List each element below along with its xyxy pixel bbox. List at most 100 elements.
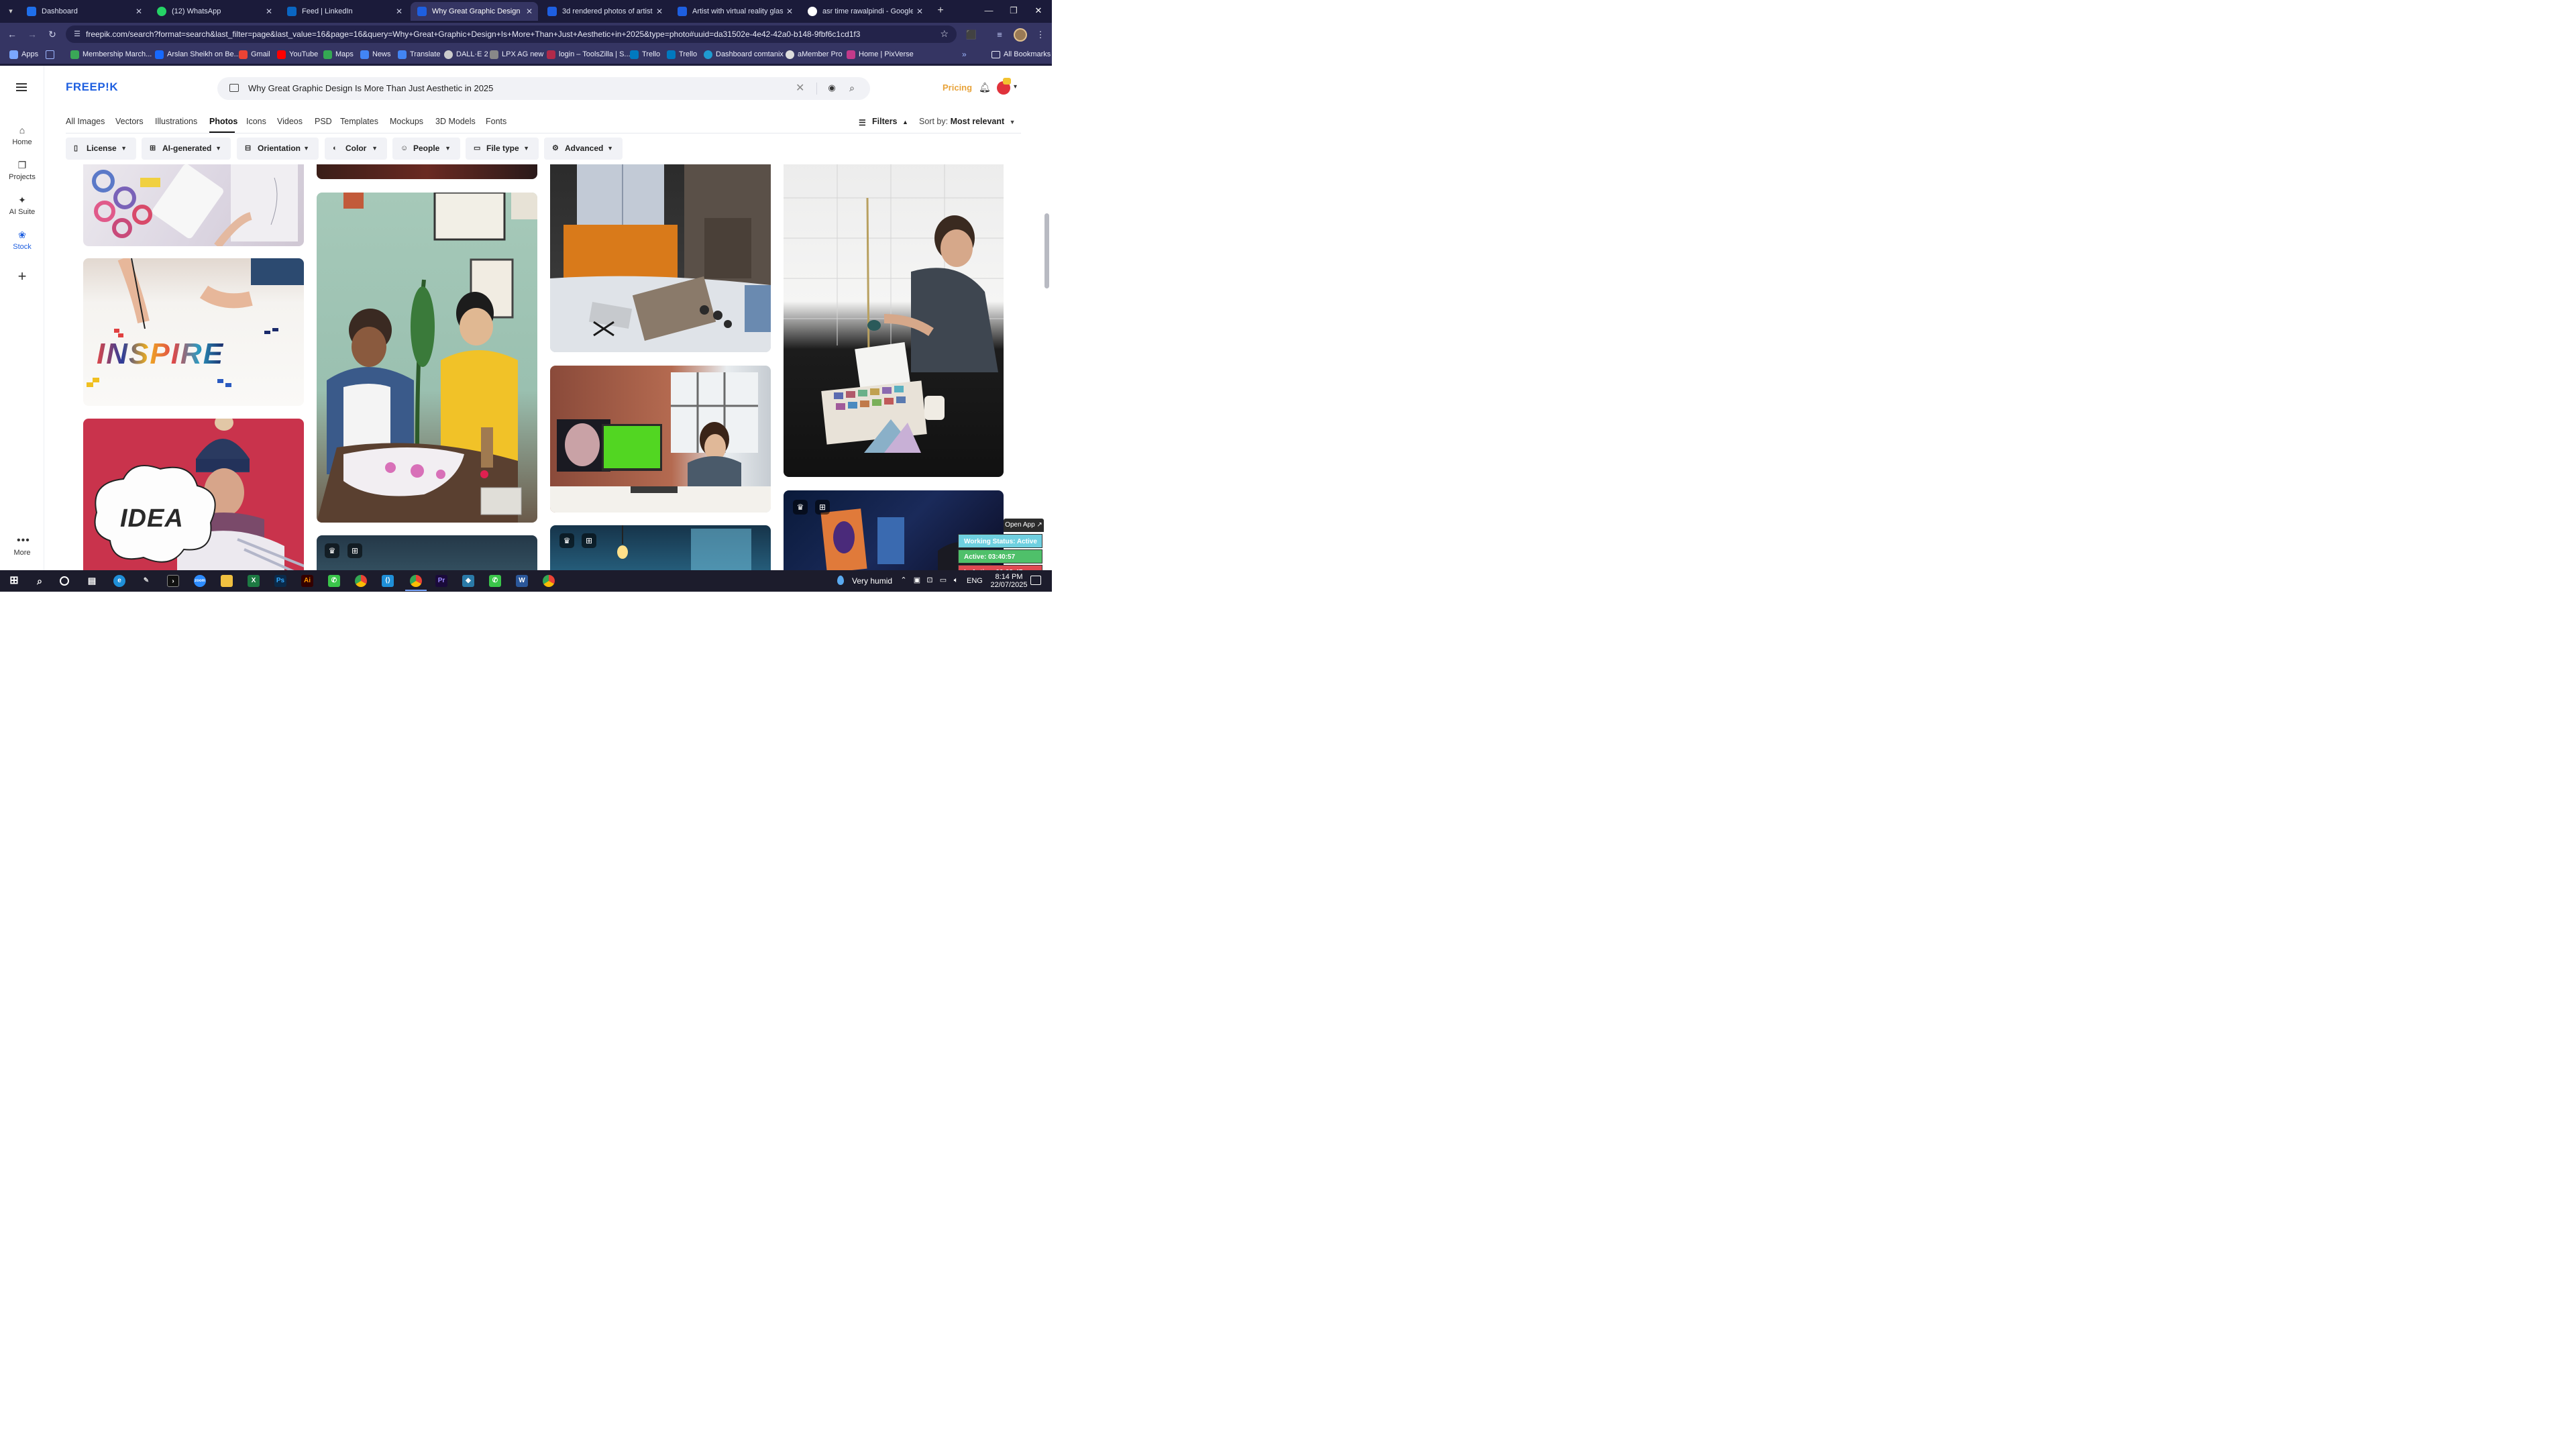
browser-tab-active[interactable]: Why Great Graphic Design Is M ✕ [411,2,538,21]
tab-close-icon[interactable]: ✕ [526,2,533,21]
app-icon[interactable]: ◆ [462,575,474,587]
photo-tile[interactable] [83,164,304,246]
bookmark-item[interactable]: Maps [323,46,354,64]
tab-groups-icon[interactable] [46,46,54,64]
tab-mockups[interactable]: Mockups [390,117,423,126]
excel-icon[interactable]: X [248,575,260,587]
bookmark-star-icon[interactable]: ☆ [940,28,949,40]
search-icon[interactable]: ⌕ [34,575,46,587]
tab-close-icon[interactable]: ✕ [916,2,923,21]
reload-icon[interactable]: ↻ [46,28,59,40]
ai-generated-icon[interactable]: ⊞ [347,543,362,558]
scrollbar-thumb[interactable] [1044,213,1049,288]
photo-tile[interactable]: IDEA [83,419,304,570]
extension-icon[interactable]: ⬛ [965,29,977,41]
chrome-icon[interactable] [543,575,555,587]
all-bookmarks-button[interactable]: All Bookmarks [991,46,1051,64]
premium-crown-icon[interactable]: ♛ [793,500,808,515]
browser-tab[interactable]: 3d rendered photos of artist m ✕ [541,2,668,21]
bookmark-item[interactable]: Dashboard comtanix [704,46,784,64]
address-bar[interactable]: ☰ freepik.com/search?format=search&last_… [66,25,957,43]
weather-widget[interactable]: Very humid [835,570,892,592]
chrome-active-icon[interactable] [410,575,422,587]
sidebar-item-home[interactable]: ⌂ Home [0,125,44,146]
bookmark-item[interactable]: Trello [630,46,660,64]
filter-people[interactable]: ☺ People ▼ [392,138,460,160]
filter-color[interactable]: ◐ Color ▼ [325,138,387,160]
messaging-app-icon[interactable]: ✆ [489,575,501,587]
tab-videos[interactable]: Videos [277,117,303,126]
photo-tile[interactable]: ♛ ⊞ [317,535,537,570]
terminal-icon[interactable]: › [167,575,179,587]
photo-tile[interactable]: ♛ ⊞ [550,525,771,570]
add-icon[interactable]: + [15,269,30,284]
sidebar-item-more[interactable]: ••• More [0,535,44,557]
back-arrow-icon[interactable]: ← [5,28,19,40]
window-close-icon[interactable]: ✕ [1030,4,1046,17]
search-input[interactable]: Why Great Graphic Design Is More Than Ju… [248,77,493,100]
bookmark-item[interactable]: Arslan Sheikh on Be... [155,46,240,64]
bookmark-item[interactable]: News [360,46,391,64]
address-url[interactable]: freepik.com/search?format=search&last_fi… [86,25,918,43]
minimize-icon[interactable]: — [981,4,997,17]
user-avatar[interactable] [997,78,1011,95]
page-scrollbar[interactable] [1044,66,1050,570]
bookmark-item[interactable]: Membership March... [70,46,152,64]
chevron-down-icon[interactable]: ▾ [1014,83,1017,91]
freepik-logo[interactable]: FREEP!K [66,80,118,94]
sidebar-item-stock[interactable]: ❀ Stock [0,229,44,251]
browser-tab[interactable]: Artist with virtual reality glasse ✕ [671,2,798,21]
forward-arrow-icon[interactable]: → [25,28,39,40]
browser-menu-icon[interactable]: ⋮ [1034,29,1046,41]
photo-tile[interactable]: INSPIRE [83,258,304,406]
browser-tab[interactable]: Dashboard ✕ [20,2,148,21]
hamburger-menu-icon[interactable] [16,83,27,91]
pricing-link[interactable]: Pricing [943,83,972,93]
ai-generated-icon[interactable]: ⊞ [815,500,830,515]
sort-dropdown[interactable]: Sort by: Most relevant ▼ [919,117,1016,126]
premium-crown-icon[interactable]: ♛ [325,543,339,558]
sidebar-item-projects[interactable]: ❐ Projects [0,160,44,181]
tray-app-icon[interactable]: ▣ [912,576,922,585]
network-icon[interactable]: ▭ [938,576,948,585]
camera-search-icon[interactable]: ◉ [826,83,837,93]
restore-icon[interactable]: ❐ [1006,4,1022,17]
cortana-icon[interactable] [60,576,69,586]
open-app-button[interactable]: Open App ↗ [1004,519,1044,532]
illustrator-icon[interactable]: Ai [301,575,313,587]
tab-close-icon[interactable]: ✕ [656,2,663,21]
ai-generated-icon[interactable]: ⊞ [582,533,596,548]
browser-tab[interactable]: Feed | LinkedIn ✕ [280,2,408,21]
notification-bell-icon[interactable]: 🔔︎ [979,82,991,93]
zoom-icon[interactable]: zoom [194,575,206,587]
photo-tile[interactable] [784,164,1004,477]
bookmark-item[interactable]: Trello [667,46,697,64]
bookmark-item[interactable]: aMember Pro [786,46,843,64]
file-explorer-icon[interactable] [221,575,233,587]
chrome-icon[interactable] [355,575,367,587]
bookmark-item[interactable]: YouTube [277,46,318,64]
language-indicator[interactable]: ENG [967,570,983,592]
tray-app-icon[interactable]: ⊡ [925,576,934,585]
browser-tab[interactable]: (12) WhatsApp ✕ [150,2,278,21]
edge-icon[interactable]: e [113,575,125,587]
bookmark-item[interactable]: Gmail [239,46,270,64]
premiere-icon[interactable]: Pr [435,575,447,587]
messaging-app-icon[interactable]: ✆ [328,575,340,587]
volume-icon[interactable]: 🔈︎ [951,576,961,585]
tab-close-icon[interactable]: ✕ [786,2,793,21]
filter-license[interactable]: ▯ License ▼ [66,138,136,160]
tab-3d-models[interactable]: 3D Models [435,117,476,126]
tab-vectors[interactable]: Vectors [115,117,144,126]
clear-search-icon[interactable]: ✕ [796,77,804,100]
photoshop-icon[interactable]: Ps [274,575,286,587]
tab-photos[interactable]: Photos [209,117,237,126]
search-bar[interactable]: Why Great Graphic Design Is More Than Ju… [217,77,870,100]
tab-icons[interactable]: Icons [246,117,266,126]
photo-tile[interactable] [550,366,771,513]
system-clock[interactable]: 8:14 PM 22/07/2025 [989,573,1029,589]
bookmark-item[interactable]: LPX AG new [490,46,543,64]
photo-tile[interactable] [317,164,537,179]
filter-advanced[interactable]: ⚙ Advanced ▼ [544,138,623,160]
tab-search-chevron-icon[interactable]: ▾ [4,5,17,17]
